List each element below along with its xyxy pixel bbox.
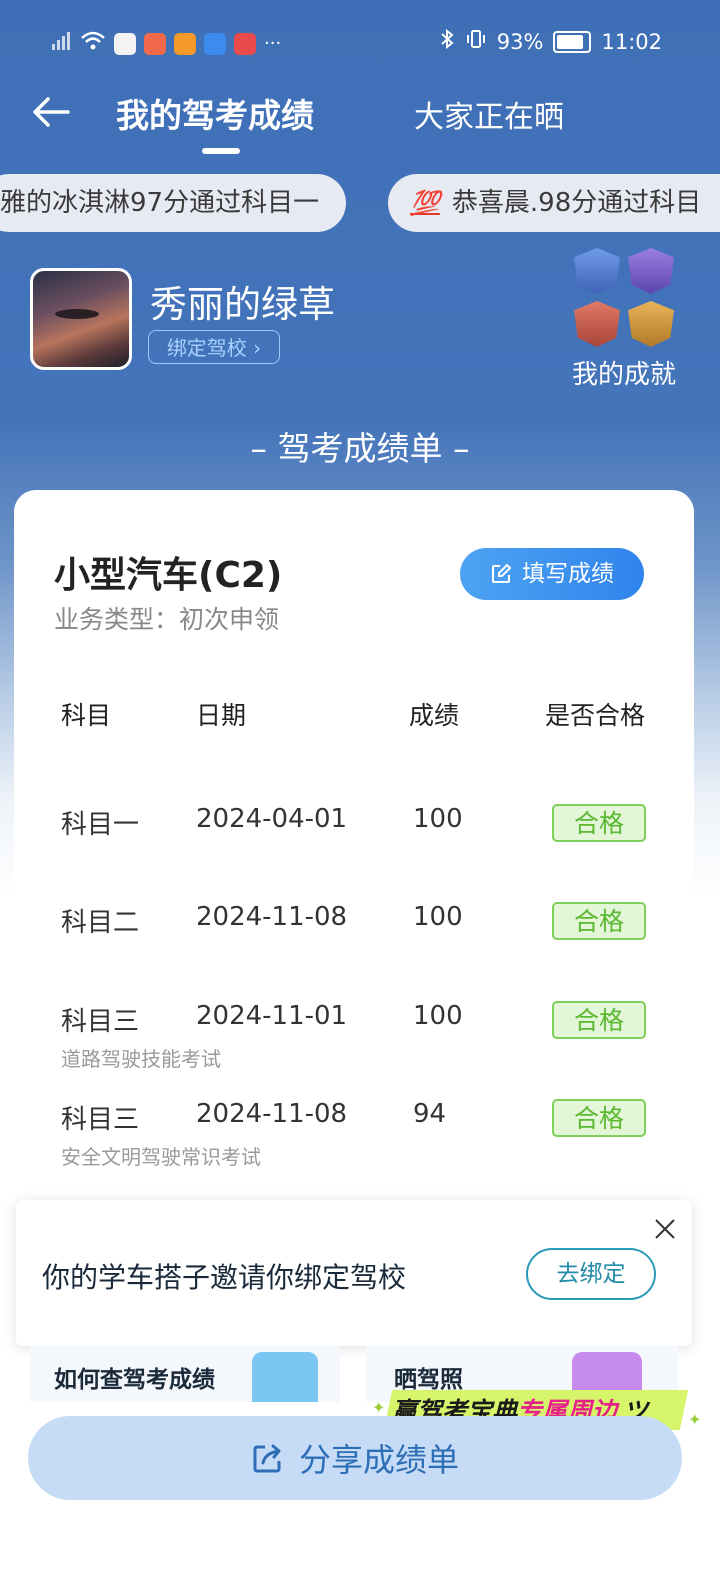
column-header-date: 日期 (196, 701, 247, 730)
achievement-badges[interactable] (574, 248, 678, 348)
row-subject: 科目三 (61, 1105, 140, 1135)
table-row: 科目三 2024-11-01 100 合格 道路驾驶技能考试 (14, 993, 694, 1089)
invite-banner: 你的学车搭子邀请你绑定驾校 去绑定 (16, 1200, 692, 1346)
clock: 11:02 (601, 29, 662, 54)
hundred-points-icon: 💯 (410, 189, 440, 217)
video-app-icon (174, 32, 196, 55)
sparkle-icon: ✦ (688, 1410, 702, 1429)
go-bind-button[interactable]: 去绑定 (526, 1248, 656, 1300)
column-header-pass: 是否合格 (545, 701, 646, 730)
achievements-label[interactable]: 我的成就 (572, 354, 676, 391)
status-left-icons: ··· (50, 30, 281, 57)
how-to-check-card[interactable]: 如何查驾考成绩 (30, 1346, 340, 1402)
column-header-score: 成绩 (409, 701, 460, 730)
row-note: 道路驾驶技能考试 (61, 1047, 221, 1071)
row-subject: 科目三 (61, 1007, 140, 1037)
subject-two-badge-icon (628, 248, 674, 294)
ticker-text: 恭喜晨.98分通过科目 (451, 188, 702, 218)
chevron-right-icon: › (246, 336, 262, 360)
row-date: 2024-04-01 (196, 804, 348, 834)
battery-percent: 93% (496, 29, 544, 54)
subject-four-badge-icon (628, 301, 674, 347)
row-score: 100 (413, 804, 463, 834)
status-bar: ··· 93% 11:02 (0, 0, 720, 84)
reader-app-icon (144, 32, 166, 55)
score-illustration-icon (252, 1352, 318, 1402)
docs-app-icon (204, 32, 226, 55)
fill-score-label: 填写成绩 (522, 561, 614, 587)
how-to-check-label: 如何查驾考成绩 (54, 1367, 215, 1393)
status-right-icons: 93% 11:02 (439, 28, 662, 55)
tab-my-scores[interactable]: 我的驾考成绩 (116, 89, 314, 137)
bluetooth-icon (439, 28, 455, 55)
share-button[interactable]: 分享成绩单 (28, 1416, 682, 1500)
row-score: 100 (413, 1001, 463, 1031)
ticker-item: 雅的冰淇淋97分通过科目一 (0, 174, 346, 232)
vehicle-type: 小型汽车(C2) (54, 555, 283, 596)
username: 秀丽的绿草 (150, 283, 335, 326)
row-date: 2024-11-08 (196, 1099, 348, 1129)
back-arrow-icon[interactable] (30, 90, 74, 134)
top-nav: 我的驾考成绩 大家正在晒 (0, 84, 720, 164)
pass-badge: 合格 (552, 902, 646, 940)
subject-one-badge-icon (574, 248, 620, 294)
show-license-label: 晒驾照 (394, 1367, 463, 1393)
close-icon[interactable] (652, 1216, 678, 1242)
invite-text: 你的学车搭子邀请你绑定驾校 (42, 1261, 407, 1294)
row-date: 2024-11-01 (196, 1001, 348, 1031)
signal-icon (50, 30, 72, 57)
edit-icon (492, 563, 512, 583)
table-row: 科目二 2024-11-08 100 合格 (14, 894, 694, 990)
ticker-item: 💯 恭喜晨.98分通过科目 (388, 174, 720, 232)
tab-everyone-sharing[interactable]: 大家正在晒 (414, 92, 564, 136)
share-label: 分享成绩单 (298, 1441, 459, 1479)
pass-badge: 合格 (552, 804, 646, 842)
wifi-icon (80, 30, 106, 57)
more-notifications: ··· (264, 33, 282, 54)
fill-score-button[interactable]: 填写成绩 (460, 548, 644, 600)
subject-three-badge-icon (574, 301, 620, 347)
browser-app-icon (114, 32, 136, 55)
share-icon (253, 1444, 281, 1473)
row-date: 2024-11-08 (196, 902, 348, 932)
active-tab-indicator (202, 148, 240, 154)
pass-badge: 合格 (552, 1099, 646, 1137)
section-title: – 驾考成绩单 – (250, 429, 470, 468)
avatar[interactable] (30, 268, 132, 370)
row-note: 安全文明驾驶常识考试 (61, 1145, 261, 1169)
column-header-subject: 科目 (61, 701, 112, 730)
bind-school-label: 绑定驾校 (166, 336, 247, 360)
table-row: 科目一 2024-04-01 100 合格 (14, 796, 694, 892)
mall-app-icon (234, 32, 256, 55)
bind-school-button[interactable]: 绑定驾校 › (148, 330, 280, 364)
pass-ticker: 雅的冰淇淋97分通过科目一 💯 恭喜晨.98分通过科目 (0, 174, 720, 234)
pass-badge: 合格 (552, 1001, 646, 1039)
vibrate-icon (465, 28, 487, 55)
row-subject: 科目一 (61, 810, 140, 840)
row-subject: 科目二 (61, 908, 140, 938)
table-row: 科目三 2024-11-08 94 合格 安全文明驾驶常识考试 (14, 1091, 694, 1187)
sparkle-icon: ✦ (372, 1398, 386, 1417)
row-score: 100 (413, 902, 463, 932)
business-type: 业务类型：初次申领 (54, 605, 280, 634)
battery-icon (553, 30, 592, 53)
row-score: 94 (413, 1099, 447, 1129)
ticker-text: 雅的冰淇淋97分通过科目一 (0, 188, 320, 218)
